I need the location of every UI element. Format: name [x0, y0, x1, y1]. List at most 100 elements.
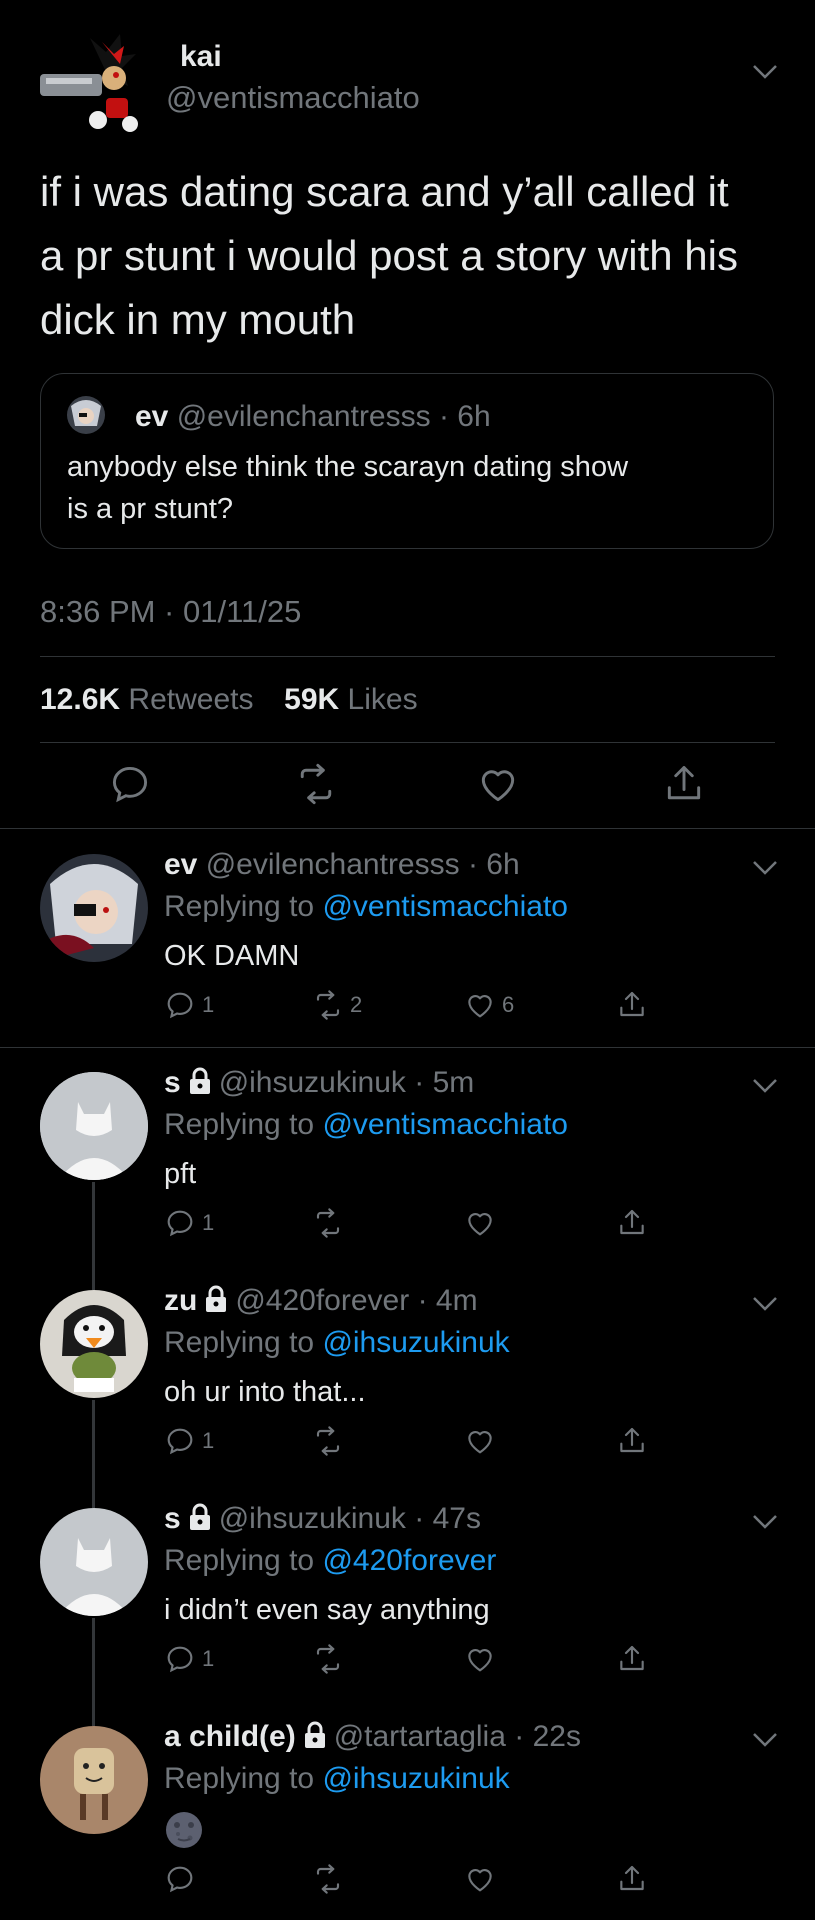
replying-to-label: Replying to	[164, 890, 315, 923]
heart-icon	[468, 1649, 492, 1672]
chevron-down-icon[interactable]	[752, 1078, 778, 1099]
reply-button[interactable]: 1	[164, 1424, 214, 1458]
chevron-down-icon[interactable]	[752, 1296, 778, 1317]
chevron-down-icon[interactable]	[752, 860, 778, 881]
tweet-timestamp[interactable]: 8:36 PM · 01/11/25	[40, 594, 301, 630]
reply-tweet[interactable]: ev @evilenchantresss · 6h Replying to @v…	[0, 848, 815, 1048]
reply-text: OK DAMN	[164, 940, 300, 972]
like-button[interactable]	[464, 1206, 496, 1240]
heart-icon	[468, 995, 492, 1018]
reply-header: s @ihsuzukinuk · 5m	[164, 1066, 474, 1103]
reply-count: 1	[202, 992, 215, 1017]
retweets-count[interactable]: 12.6K	[40, 683, 120, 716]
avatar[interactable]	[40, 1072, 148, 1180]
tweet-text-line: a pr stunt i would post a story with his	[40, 232, 738, 279]
author-handle[interactable]: @tartartaglia	[334, 1720, 506, 1753]
retweet-button[interactable]	[312, 1862, 344, 1896]
chevron-down-icon[interactable]	[752, 1732, 778, 1753]
tweet-text-line: if i was dating scara and y’all called i…	[40, 168, 729, 215]
like-button[interactable]	[464, 1424, 496, 1458]
retweet-icon[interactable]	[294, 762, 338, 806]
divider	[0, 828, 815, 829]
chevron-down-icon[interactable]	[752, 64, 778, 85]
divider	[40, 742, 775, 743]
likes-label[interactable]: Likes	[348, 683, 418, 716]
reply-button[interactable]	[164, 1862, 196, 1896]
share-button[interactable]	[616, 1642, 648, 1676]
author-name[interactable]: s	[164, 1502, 181, 1535]
reply-button[interactable]: 1	[164, 1642, 214, 1676]
avatar[interactable]	[40, 854, 148, 962]
reply-tweet[interactable]: a child(e) @tartartaglia · 22s Replying t…	[0, 1720, 815, 1920]
author-handle[interactable]: @evilenchantresss	[206, 848, 460, 881]
quote-header: ev @evilenchantresss · 6h	[135, 400, 491, 434]
reply-icon[interactable]	[108, 762, 152, 806]
reply-time: · 22s	[514, 1720, 581, 1753]
reply-tweet[interactable]: zu @420forever · 4m Replying to @ihsuzuki…	[0, 1284, 815, 1484]
replying-to-handle[interactable]: @ihsuzukinuk	[322, 1326, 509, 1359]
replying-to-handle[interactable]: @ihsuzukinuk	[322, 1762, 509, 1795]
heart-icon	[468, 1431, 492, 1454]
heart-icon	[468, 1213, 492, 1236]
like-button[interactable]	[464, 1862, 496, 1896]
retweets-label[interactable]: Retweets	[128, 683, 253, 716]
replying-to-handle[interactable]: @420forever	[322, 1544, 496, 1577]
reply-time: · 5m	[414, 1066, 475, 1099]
reply-text: pft	[164, 1158, 197, 1190]
author-name[interactable]: s	[164, 1066, 181, 1099]
avatar[interactable]	[36, 28, 148, 132]
author-name[interactable]: kai	[180, 40, 222, 74]
share-icon	[620, 1865, 644, 1891]
author-name[interactable]: ev	[164, 848, 197, 881]
share-button[interactable]	[616, 1424, 648, 1458]
author-handle[interactable]: @ihsuzukinuk	[219, 1502, 406, 1535]
replying-to: Replying to @420forever	[164, 1544, 496, 1578]
reply-icon	[167, 1646, 193, 1673]
retweet-button[interactable]	[312, 1424, 344, 1458]
reply-button[interactable]: 1	[164, 1206, 214, 1240]
reply-header: s @ihsuzukinuk · 47s	[164, 1502, 481, 1539]
likes-count[interactable]: 59K	[284, 683, 339, 716]
author-name[interactable]: zu	[164, 1284, 197, 1317]
author-handle[interactable]: @ventismacchiato	[166, 80, 420, 116]
like-button[interactable]: 6	[464, 988, 514, 1022]
like-count: 6	[502, 992, 515, 1017]
quoted-tweet[interactable]: ev @evilenchantresss · 6h anybody else t…	[40, 373, 774, 549]
replying-to-handle[interactable]: @ventismacchiato	[322, 1108, 568, 1141]
reply-icon	[167, 1866, 193, 1893]
reply-button[interactable]: 1	[164, 988, 214, 1022]
quote-time: · 6h	[438, 400, 491, 433]
tweet-stats: 12.6K Retweets 59K Likes	[40, 683, 418, 717]
share-icon	[620, 1427, 644, 1453]
heart-icon[interactable]	[476, 762, 520, 806]
quote-text-line: is a pr stunt?	[67, 493, 234, 525]
share-button[interactable]	[616, 1206, 648, 1240]
retweet-icon	[316, 1644, 340, 1674]
reply-tweet[interactable]: s @ihsuzukinuk · 5m Replying to @ventisma…	[0, 1066, 815, 1266]
replying-to-label: Replying to	[164, 1326, 315, 1359]
author-handle[interactable]: @420forever	[235, 1284, 409, 1317]
retweet-button[interactable]: 2	[312, 988, 362, 1022]
replying-to-handle[interactable]: @ventismacchiato	[322, 890, 568, 923]
lock-icon	[187, 1503, 213, 1539]
share-icon	[620, 1645, 644, 1671]
author-name[interactable]: a child(e)	[164, 1720, 296, 1753]
lock-icon	[203, 1285, 229, 1321]
avatar[interactable]	[40, 1290, 148, 1398]
share-icon[interactable]	[662, 762, 706, 806]
like-button[interactable]	[464, 1642, 496, 1676]
retweet-icon	[316, 990, 340, 1020]
chevron-down-icon[interactable]	[752, 1514, 778, 1535]
share-button[interactable]	[616, 1862, 648, 1896]
author-handle[interactable]: @ihsuzukinuk	[219, 1066, 406, 1099]
reply-header: ev @evilenchantresss · 6h	[164, 848, 520, 882]
tweet-text-line: dick in my mouth	[40, 296, 356, 343]
avatar[interactable]	[40, 1508, 148, 1616]
avatar[interactable]	[40, 1726, 148, 1834]
retweet-button[interactable]	[312, 1642, 344, 1676]
share-button[interactable]	[616, 988, 648, 1022]
retweet-button[interactable]	[312, 1206, 344, 1240]
reply-tweet[interactable]: s @ihsuzukinuk · 47s Replying to @420fore…	[0, 1502, 815, 1702]
divider	[0, 1047, 815, 1048]
reply-time: · 47s	[414, 1502, 481, 1535]
